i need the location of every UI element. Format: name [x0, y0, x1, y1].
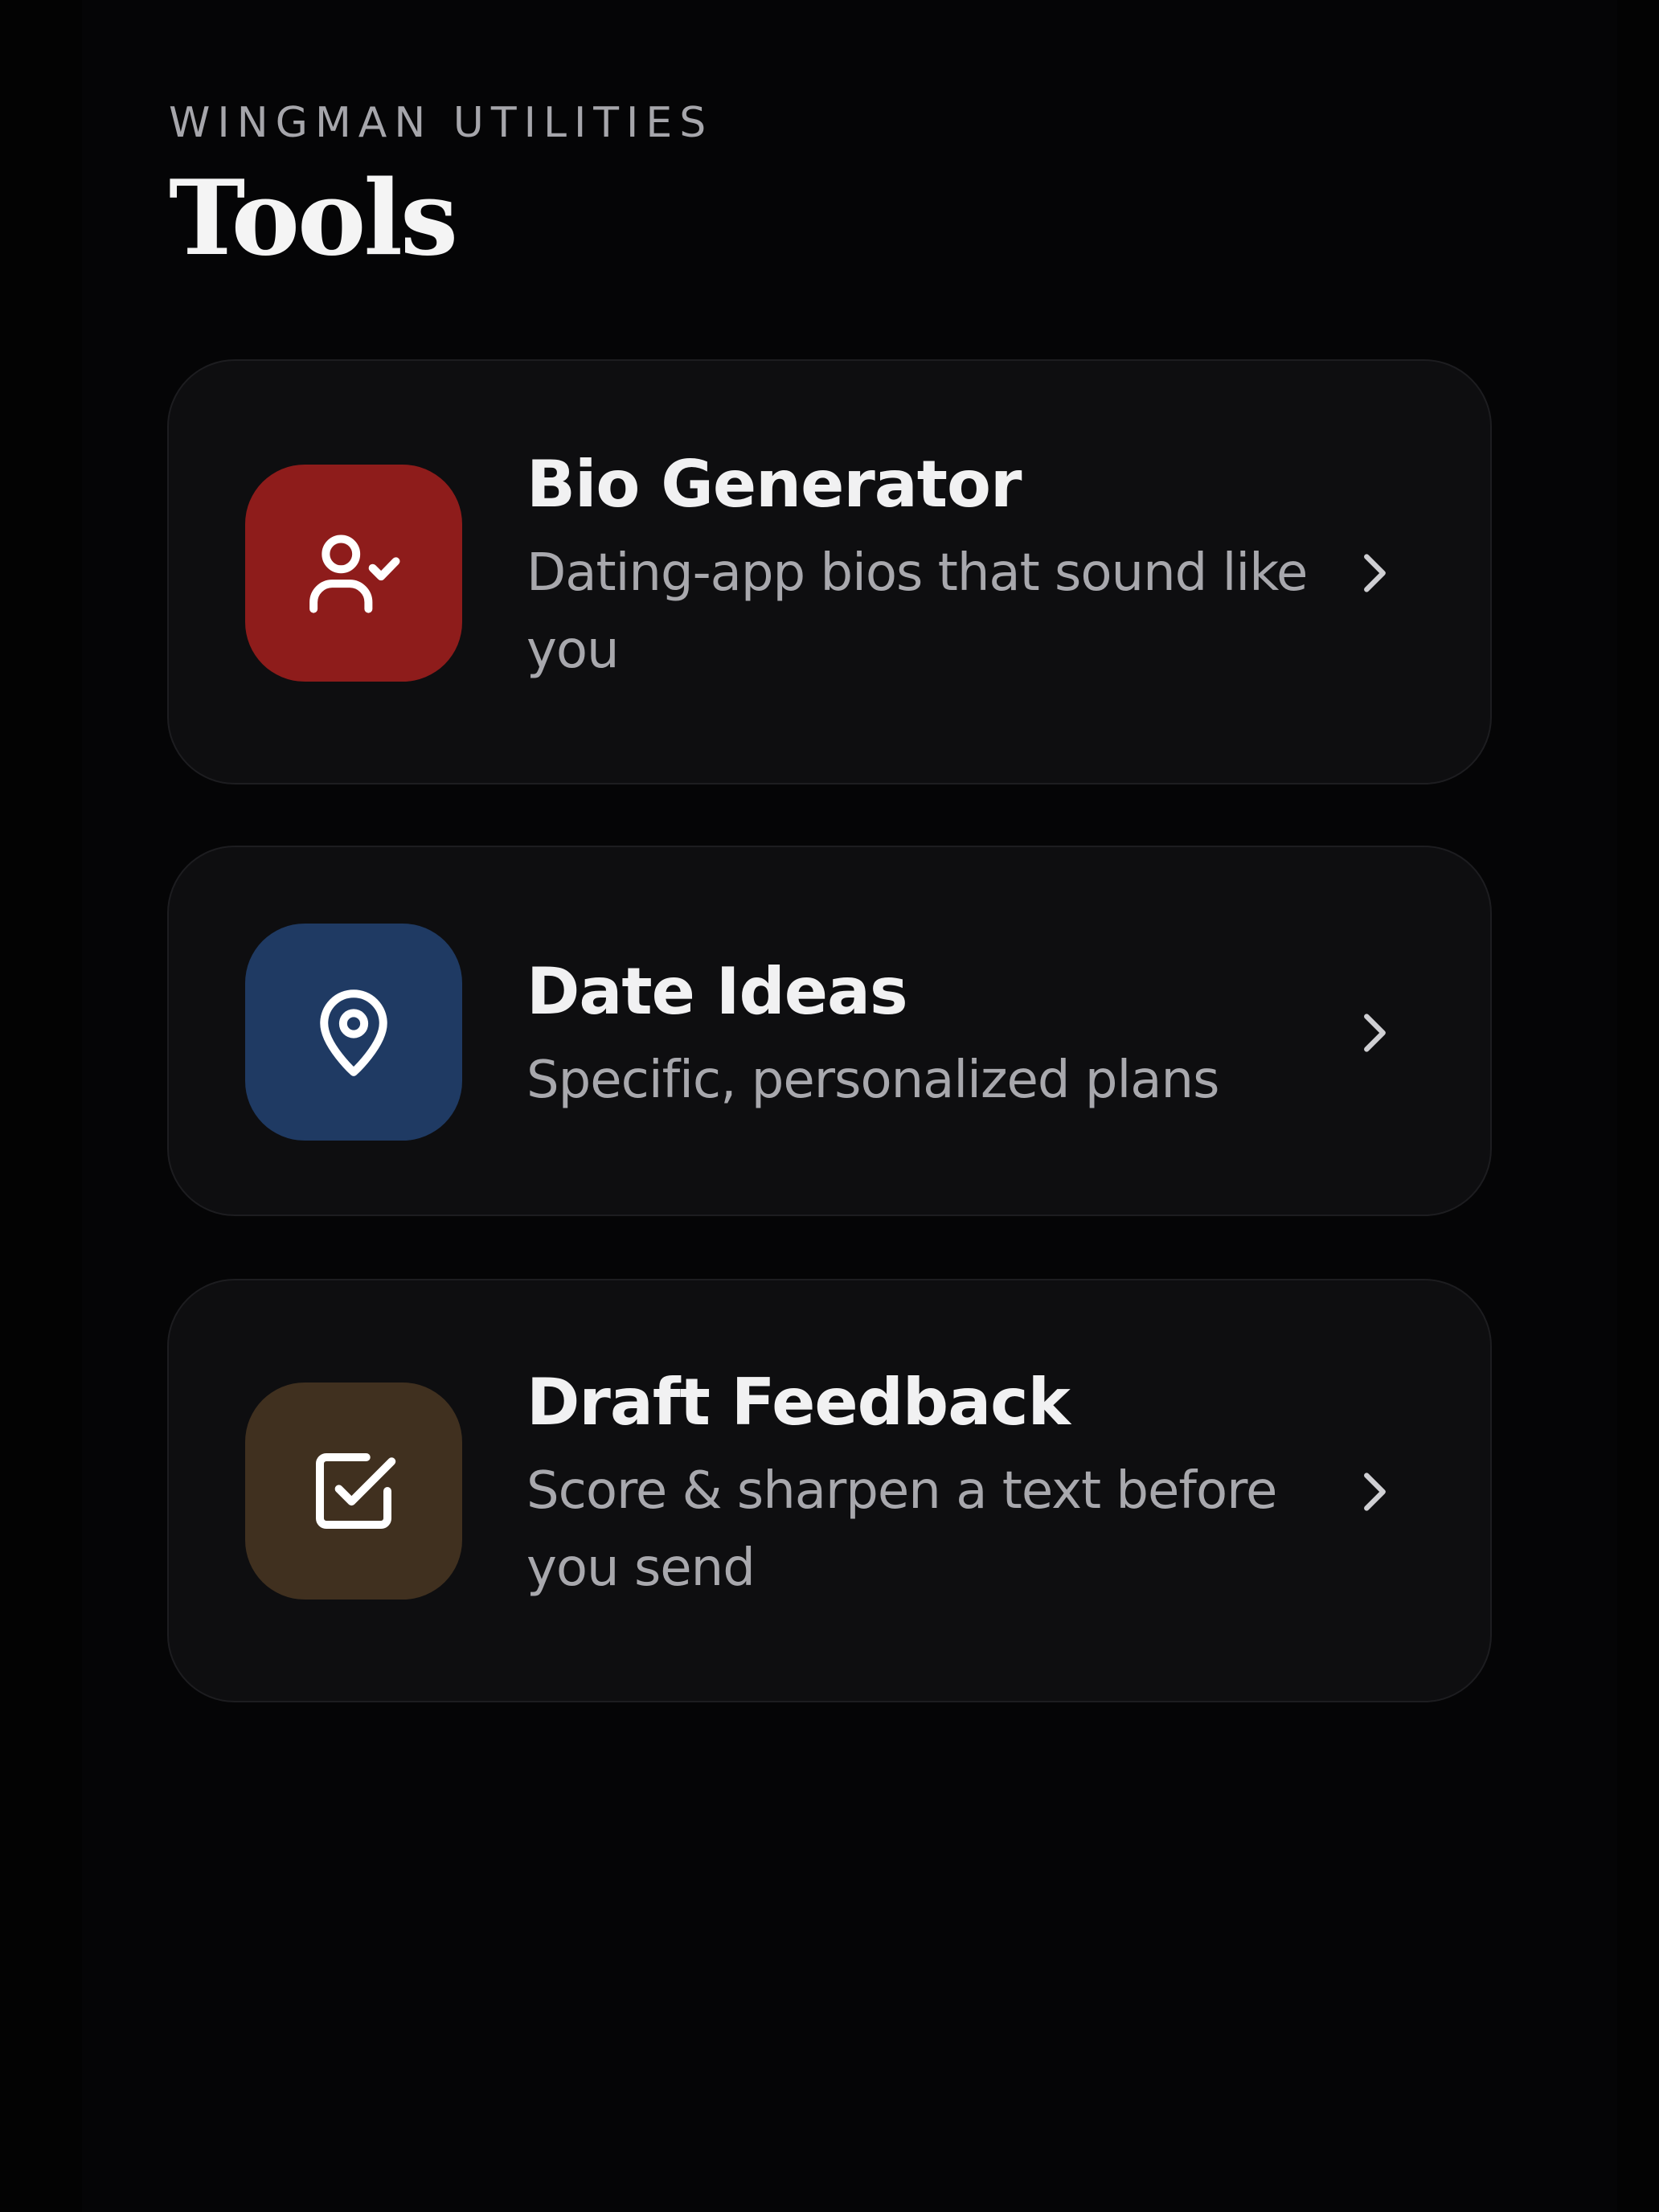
tool-card-draft-feedback[interactable]: Draft Feedback Score & sharpen a text be… — [167, 1279, 1492, 1702]
bio-generator-icon-tile — [245, 465, 462, 682]
user-check-icon — [309, 535, 400, 613]
tool-card-date-ideas[interactable]: Date Ideas Specific, personalized plans — [167, 846, 1492, 1216]
date-ideas-title: Date Ideas — [526, 954, 908, 1029]
chevron-right-icon — [1346, 1005, 1402, 1061]
date-ideas-text: Date Ideas Specific, personalized plans — [526, 952, 1330, 1119]
page-eyebrow: WINGMAN UTILITIES — [169, 99, 714, 147]
chevron-right-icon — [1346, 1464, 1402, 1520]
draft-feedback-text: Draft Feedback Score & sharpen a text be… — [526, 1362, 1330, 1607]
tool-card-bio-generator[interactable]: Bio Generator Dating-app bios that sound… — [167, 359, 1492, 784]
bio-generator-title: Bio Generator — [526, 447, 1022, 522]
page-header: WINGMAN UTILITIES Tools — [169, 95, 713, 273]
bio-generator-description: Dating-app bios that sound like you — [526, 543, 1308, 680]
map-pin-icon — [320, 989, 387, 1076]
bio-generator-text: Bio Generator Dating-app bios that sound… — [526, 444, 1330, 689]
date-ideas-description: Specific, personalized plans — [526, 1051, 1219, 1110]
date-ideas-icon-tile — [245, 924, 462, 1141]
checkbox-icon — [316, 1453, 396, 1529]
page-title: Tools — [169, 158, 458, 279]
chevron-right-icon — [1346, 545, 1402, 601]
draft-feedback-icon-tile — [245, 1382, 462, 1600]
draft-feedback-description: Score & sharpen a text before you send — [526, 1461, 1277, 1598]
draft-feedback-title: Draft Feedback — [526, 1365, 1071, 1440]
